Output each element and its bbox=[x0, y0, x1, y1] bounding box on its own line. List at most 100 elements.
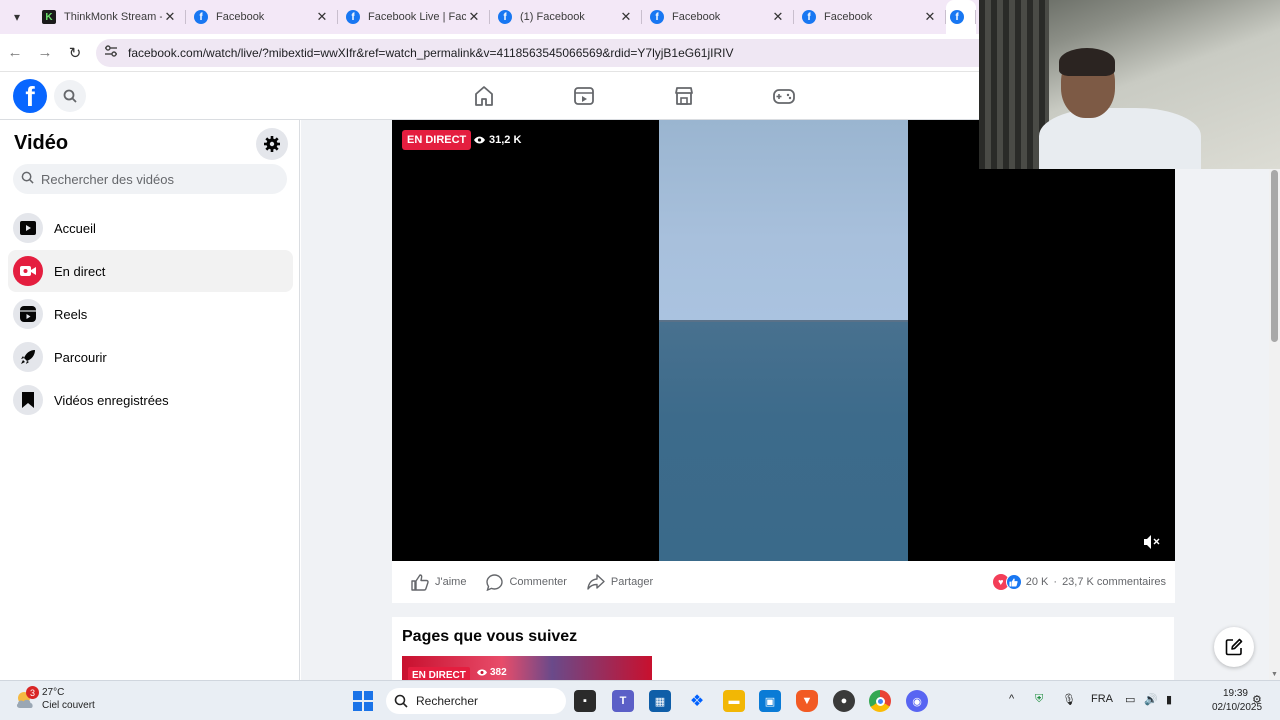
browser-tab-active[interactable]: f F bbox=[946, 0, 976, 34]
facebook-icon: f bbox=[802, 10, 816, 24]
like-button[interactable]: J'aime bbox=[411, 573, 466, 591]
gaming-icon[interactable] bbox=[772, 84, 796, 108]
close-tab-icon[interactable]: ✕ bbox=[770, 9, 786, 25]
search-icon bbox=[21, 171, 39, 187]
tab-title: (1) Facebook bbox=[520, 11, 585, 23]
page-scrollbar[interactable]: ▲ ▼ bbox=[1269, 120, 1280, 680]
facebook-logo-icon[interactable]: f bbox=[13, 79, 47, 113]
rocket-icon bbox=[13, 342, 43, 372]
sidebar-item-reels[interactable]: Reels bbox=[8, 293, 293, 335]
search-icon bbox=[394, 694, 408, 708]
webcam-overlay bbox=[979, 0, 1280, 169]
close-tab-icon[interactable]: ✕ bbox=[162, 9, 178, 25]
new-message-button[interactable] bbox=[1214, 627, 1254, 667]
dropbox-icon[interactable]: ❖ bbox=[686, 690, 708, 712]
video-action-bar: J'aime Commenter Partager ♥ 20 K · 23,7 … bbox=[392, 561, 1175, 603]
chrome-icon[interactable] bbox=[869, 690, 891, 712]
browser-tab[interactable]: K ThinkMonk Stream - ✕ bbox=[34, 0, 186, 34]
tab-title: ThinkMonk Stream - bbox=[64, 11, 162, 23]
home-icon[interactable] bbox=[472, 84, 496, 108]
file-explorer-icon[interactable]: ▬ bbox=[723, 690, 745, 712]
comments-count[interactable]: 23,7 K commentaires bbox=[1062, 576, 1166, 588]
tab-title: Facebook bbox=[672, 11, 721, 23]
volume-icon[interactable]: 🔊 bbox=[1144, 693, 1158, 706]
comment-label: Commenter bbox=[509, 576, 567, 588]
scroll-down-arrow-icon[interactable]: ▼ bbox=[1271, 671, 1278, 678]
browser-tab[interactable]: f Facebook ✕ bbox=[186, 0, 338, 34]
comment-bubble-icon bbox=[486, 573, 504, 591]
viewer-count-value: 31,2 K bbox=[489, 134, 522, 146]
browser-tab[interactable]: f Facebook ✕ bbox=[642, 0, 794, 34]
windows-start-icon[interactable] bbox=[353, 691, 373, 711]
weather-widget[interactable]: 3 27°C Ciel couvert bbox=[14, 686, 95, 712]
forward-arrow-icon[interactable]: → bbox=[30, 44, 60, 61]
video-sidebar: Vidéo Rechercher des vidéos Accueil En d… bbox=[0, 120, 300, 680]
facebook-icon: f bbox=[194, 10, 208, 24]
windows-taskbar: 3 27°C Ciel couvert Rechercher ▪ T ▦ ❖ ▬… bbox=[0, 680, 1280, 720]
back-arrow-icon[interactable]: ← bbox=[0, 44, 30, 61]
close-tab-icon[interactable]: ✕ bbox=[922, 9, 938, 25]
live-video-player[interactable]: EN DIRECT 31,2 K bbox=[392, 120, 1175, 561]
marketplace-icon[interactable] bbox=[672, 84, 696, 108]
teams-icon[interactable]: T bbox=[612, 690, 634, 712]
close-tab-icon[interactable]: ✕ bbox=[618, 9, 634, 25]
video-watch-icon[interactable] bbox=[572, 84, 596, 108]
browser-tab[interactable]: f Facebook Live | Facel ✕ bbox=[338, 0, 490, 34]
reload-icon[interactable]: ↻ bbox=[60, 44, 90, 62]
notification-settings-icon[interactable]: ⚙ bbox=[1252, 693, 1262, 706]
remote-desktop-icon[interactable]: ▣ bbox=[759, 690, 781, 712]
share-arrow-icon bbox=[587, 574, 605, 590]
sidebar-item-label: Accueil bbox=[54, 220, 96, 236]
video-search-input[interactable]: Rechercher des vidéos bbox=[13, 164, 287, 194]
sidebar-item-en-direct[interactable]: En direct bbox=[8, 250, 293, 292]
reactions-count: 20 K bbox=[1025, 576, 1049, 588]
site-info-icon[interactable] bbox=[104, 45, 122, 60]
sidebar-item-accueil[interactable]: Accueil bbox=[8, 207, 293, 249]
scrollbar-thumb[interactable] bbox=[1271, 170, 1278, 342]
url-text: facebook.com/watch/live/?mibextid=wwXIfr… bbox=[128, 45, 734, 60]
sidebar-item-parcourir[interactable]: Parcourir bbox=[8, 336, 293, 378]
settings-gear-icon[interactable] bbox=[256, 128, 288, 160]
muted-speaker-icon[interactable] bbox=[1143, 533, 1161, 551]
weather-badge: 3 bbox=[26, 686, 39, 699]
close-tab-icon[interactable]: ✕ bbox=[466, 9, 482, 25]
security-shield-icon[interactable]: ⛨ bbox=[1035, 693, 1043, 706]
discord-icon[interactable]: ◉ bbox=[906, 690, 928, 712]
facebook-icon: f bbox=[346, 10, 360, 24]
browser-tab[interactable]: f Facebook ✕ bbox=[794, 0, 946, 34]
network-icon[interactable]: ▭ bbox=[1125, 693, 1135, 706]
live-video-thumbnail[interactable]: EN DIRECT 382 bbox=[402, 656, 652, 680]
tab-search-dropdown-icon[interactable]: ▾ bbox=[0, 0, 34, 34]
browser-tab[interactable]: f (1) Facebook ✕ bbox=[490, 0, 642, 34]
comment-button[interactable]: Commenter bbox=[486, 573, 567, 591]
play-tv-icon bbox=[13, 213, 43, 243]
battery-icon[interactable]: ▮ bbox=[1166, 693, 1172, 706]
microphone-icon[interactable]: 🎙 bbox=[1062, 693, 1076, 706]
language-indicator[interactable]: FRA bbox=[1091, 693, 1113, 705]
search-icon[interactable] bbox=[54, 80, 86, 112]
live-camera-icon bbox=[13, 256, 43, 286]
obs-studio-icon[interactable]: ● bbox=[833, 690, 855, 712]
share-button[interactable]: Partager bbox=[587, 574, 653, 590]
facebook-icon: f bbox=[950, 10, 964, 24]
taskbar-search[interactable]: Rechercher bbox=[386, 688, 566, 714]
tab-title: Facebook bbox=[824, 11, 873, 23]
tab-title: Facebook Live | Facel bbox=[368, 11, 466, 23]
taskbar-clock[interactable]: 19:39 02/10/2025 bbox=[1212, 687, 1262, 715]
reaction-stats[interactable]: ♥ 20 K · 23,7 K commentaires bbox=[992, 574, 1166, 590]
followed-pages-section: Pages que vous suivez EN DIRECT 382 bbox=[392, 617, 1174, 680]
facebook-icon: f bbox=[650, 10, 664, 24]
show-hidden-icons-icon[interactable]: ^ bbox=[1009, 693, 1014, 705]
taskbar-search-label: Rechercher bbox=[416, 694, 479, 708]
video-frame bbox=[659, 120, 908, 561]
eye-icon bbox=[474, 136, 485, 144]
close-tab-icon[interactable]: ✕ bbox=[314, 9, 330, 25]
task-view-icon[interactable]: ▪ bbox=[574, 690, 596, 712]
store-icon[interactable]: ▦ bbox=[649, 690, 671, 712]
tab-title: Facebook bbox=[216, 11, 265, 23]
main-content: EN DIRECT 31,2 K J'aime Commenter Partag… bbox=[301, 120, 1269, 680]
sidebar-item-videos-enregistrees[interactable]: Vidéos enregistrées bbox=[8, 379, 293, 421]
weather-description: Ciel couvert bbox=[42, 700, 95, 711]
brave-browser-icon[interactable]: ▼ bbox=[796, 690, 818, 712]
sidebar-item-label: Parcourir bbox=[54, 349, 107, 365]
